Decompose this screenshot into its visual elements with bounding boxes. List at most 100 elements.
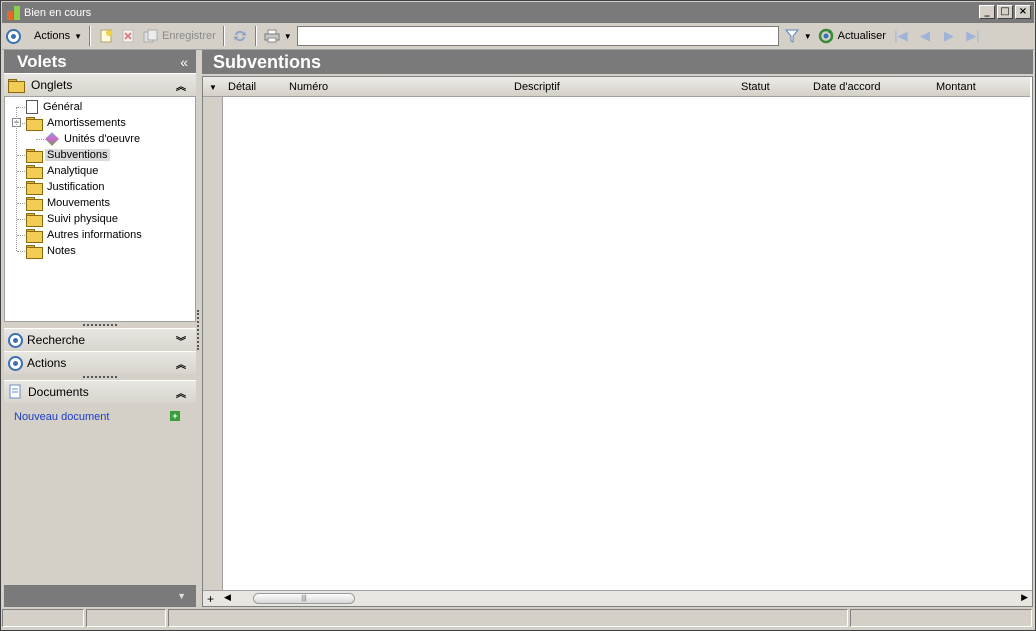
search-input[interactable] xyxy=(296,26,779,46)
target-icon xyxy=(8,332,23,348)
folder-icon xyxy=(26,165,43,179)
folder-icon xyxy=(26,197,43,211)
add-icon[interactable]: + xyxy=(170,411,180,421)
scrollbar-thumb[interactable]: ||| xyxy=(253,593,355,604)
chevron-up-double-icon[interactable]: ︽ xyxy=(176,356,186,371)
column-header-statut[interactable]: Statut xyxy=(741,81,770,93)
actions-label: Actions xyxy=(27,356,67,370)
status-cell xyxy=(850,609,1032,627)
save-button[interactable]: Enregistrer xyxy=(139,25,219,47)
refresh-button[interactable]: Actualiser xyxy=(815,25,889,47)
tree-item[interactable]: Autres informations xyxy=(5,227,195,243)
document-icon xyxy=(8,384,24,400)
new-document-link[interactable]: Nouveau document + xyxy=(4,403,196,423)
document-icon xyxy=(26,100,38,114)
app-icon xyxy=(6,5,22,21)
new-document-label: Nouveau document xyxy=(14,411,110,423)
status-cell xyxy=(86,609,166,627)
chevron-down-double-icon[interactable]: ︾ xyxy=(176,333,186,348)
tree-item-label: Amortissements xyxy=(47,117,126,129)
tree-item[interactable]: Subventions xyxy=(5,147,195,163)
toolbar-separator xyxy=(254,26,257,46)
scroll-left-icon[interactable]: ◀ xyxy=(224,592,231,603)
column-chooser-icon[interactable]: ▼ xyxy=(209,83,217,92)
horizontal-scrollbar[interactable]: + ◀ ||| ▶ xyxy=(203,590,1032,606)
next-record-icon[interactable]: ▶ xyxy=(937,28,961,44)
scroll-right-icon[interactable]: ▶ xyxy=(1021,592,1028,603)
app-window: Bien en cours _ □ × Actions ▼ Enregistre… xyxy=(0,0,1036,631)
left-panel: Volets « Onglets ︽ Général Amortissements… xyxy=(4,50,196,607)
last-record-icon[interactable]: ▶| xyxy=(961,28,985,44)
tree-item[interactable]: Amortissements − xyxy=(5,115,195,131)
column-header-numero[interactable]: Numéro xyxy=(289,81,328,93)
tree-item-label: Mouvements xyxy=(47,197,110,209)
toolbar-separator xyxy=(89,26,91,46)
chevron-down-icon[interactable]: ▼ xyxy=(284,32,292,41)
folder-icon xyxy=(26,181,43,195)
tree-connector xyxy=(16,107,17,251)
column-header-montant[interactable]: Montant xyxy=(936,81,976,93)
tree-item[interactable]: Mouvements xyxy=(5,195,195,211)
add-row-icon[interactable]: + xyxy=(207,592,214,606)
section-onglets[interactable]: Onglets ︽ xyxy=(4,73,196,96)
filter-button[interactable]: ▼ xyxy=(781,25,815,47)
section-recherche[interactable]: Recherche ︾ xyxy=(4,328,196,351)
close-button[interactable]: × xyxy=(1015,5,1031,19)
tree-item[interactable]: Notes xyxy=(5,243,195,259)
status-cell xyxy=(168,609,848,627)
grid-row-gutter xyxy=(203,77,223,606)
column-header-date-accord[interactable]: Date d'accord xyxy=(813,81,881,93)
column-header-detail[interactable]: Détail xyxy=(228,81,256,93)
tree-item[interactable]: Général xyxy=(5,99,195,115)
volets-title: Volets xyxy=(17,51,67,71)
previous-record-icon[interactable]: ◀ xyxy=(913,28,937,44)
tree-item-label: Unités d'oeuvre xyxy=(64,133,141,145)
left-panel-footer[interactable]: ▼ xyxy=(4,585,196,607)
column-header-descriptif[interactable]: Descriptif xyxy=(514,81,560,93)
sync-button[interactable] xyxy=(229,25,251,47)
actions-menu-button[interactable]: Actions ▼ xyxy=(31,25,85,47)
section-actions[interactable]: Actions ︽ xyxy=(4,351,196,374)
title-bar[interactable]: Bien en cours _ □ × xyxy=(2,2,1034,23)
folder-icon xyxy=(26,229,43,243)
chevron-up-double-icon[interactable]: ︽ xyxy=(176,385,186,400)
maximize-button[interactable]: □ xyxy=(997,5,1013,19)
onglets-label: Onglets xyxy=(31,78,73,92)
tree-item[interactable]: Unités d'oeuvre xyxy=(5,131,195,147)
chevron-up-double-icon[interactable]: ︽ xyxy=(176,78,186,93)
folder-icon xyxy=(26,117,43,131)
folder-icon xyxy=(26,213,43,227)
tabs-tree: Général Amortissements − Unités d'oeuvre Sub… xyxy=(4,96,196,322)
print-button[interactable]: ▼ xyxy=(261,25,295,47)
chevron-down-icon: ▼ xyxy=(803,31,812,41)
tree-item-label: Analytique xyxy=(47,165,99,177)
actions-menu-label: Actions xyxy=(34,30,71,42)
save-label: Enregistrer xyxy=(162,30,216,42)
data-grid[interactable]: ▼ Détail Numéro Descriptif Statut Date d… xyxy=(202,76,1033,607)
tree-item[interactable]: Suivi physique xyxy=(5,211,195,227)
sync-icon xyxy=(232,28,248,44)
tree-item-label: Autres informations xyxy=(47,229,142,241)
new-button[interactable] xyxy=(95,25,117,47)
folder-open-icon xyxy=(26,149,43,163)
new-document-icon xyxy=(98,28,114,44)
collapse-panel-icon[interactable]: « xyxy=(180,54,188,70)
gear-icon xyxy=(45,132,59,146)
delete-button[interactable] xyxy=(117,25,139,47)
folder-icon xyxy=(26,245,43,259)
status-bar xyxy=(2,609,1034,629)
delete-icon xyxy=(120,28,136,44)
minimize-button[interactable]: _ xyxy=(979,5,995,19)
pane-splitter[interactable] xyxy=(196,50,201,607)
chevron-down-icon[interactable]: ▼ xyxy=(177,591,186,601)
first-record-icon[interactable]: |◀ xyxy=(889,28,913,44)
tree-item[interactable]: Justification xyxy=(5,179,195,195)
tree-item[interactable]: Analytique xyxy=(5,163,195,179)
printer-icon xyxy=(264,28,280,44)
main-panel: Subventions ▼ Détail Numéro Descriptif S… xyxy=(202,50,1033,607)
tree-item-label: Justification xyxy=(47,181,105,193)
section-documents[interactable]: Documents ︽ xyxy=(4,380,196,403)
grid-header: ▼ Détail Numéro Descriptif Statut Date d… xyxy=(203,77,1030,97)
target-icon[interactable] xyxy=(6,28,21,44)
tree-item-label: Notes xyxy=(47,245,76,257)
